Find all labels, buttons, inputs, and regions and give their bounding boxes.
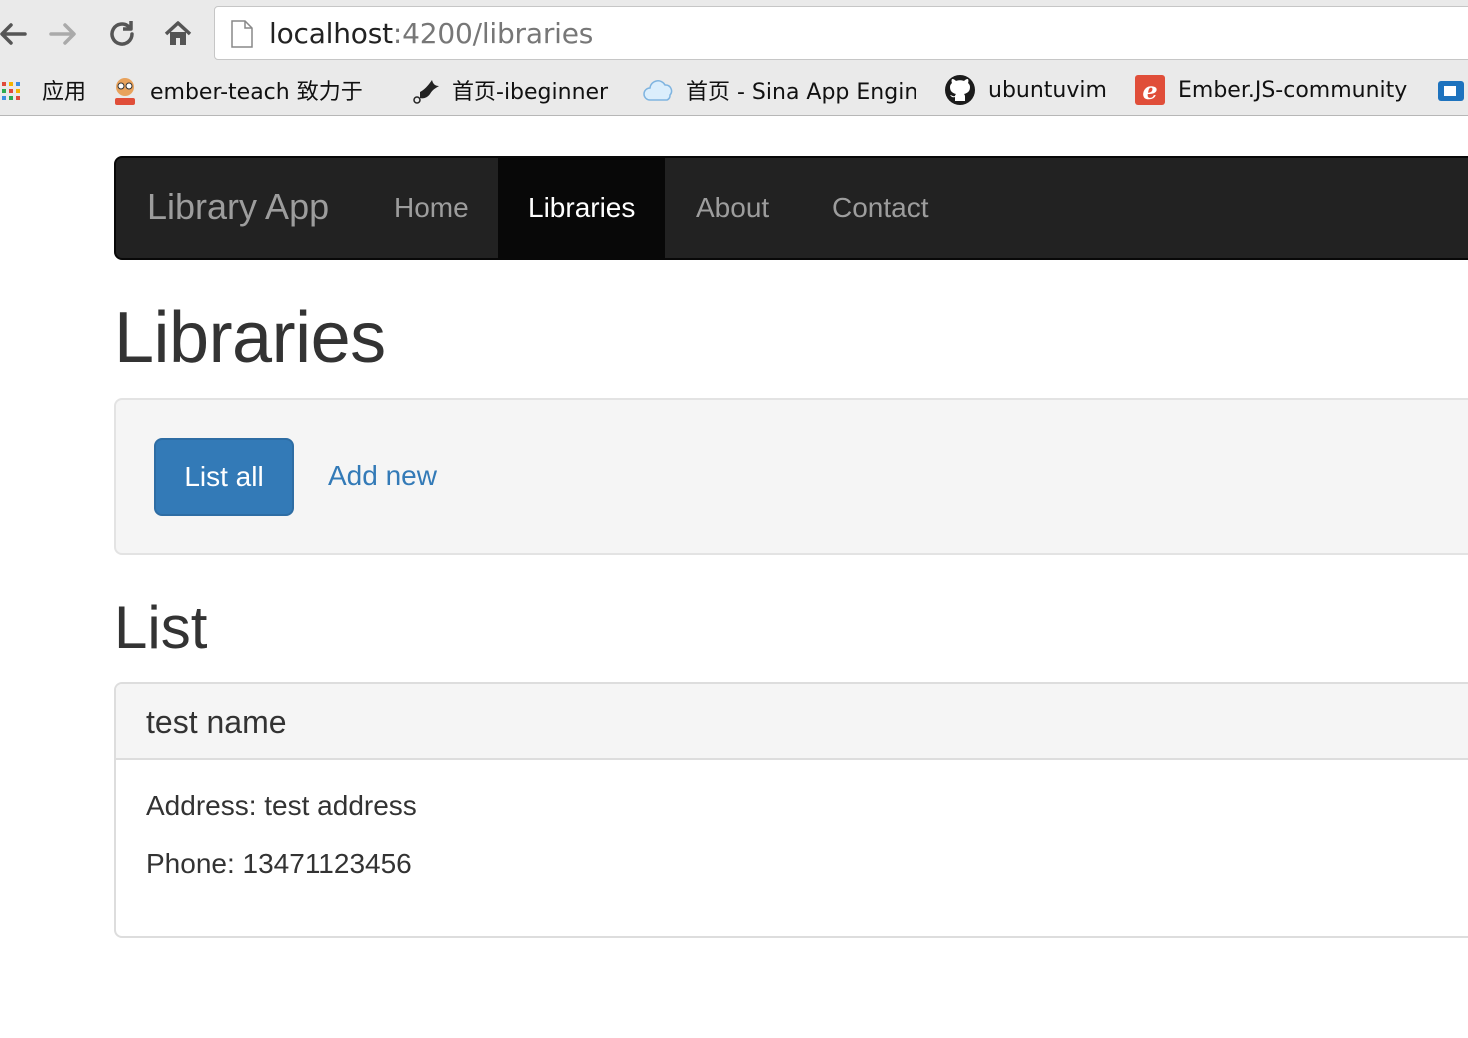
bookmark-more[interactable] (1436, 72, 1468, 108)
home-icon[interactable] (158, 14, 198, 54)
nav-link-contact[interactable]: Contact (802, 158, 959, 258)
list-all-button[interactable]: List all (154, 438, 294, 516)
nav-link-home[interactable]: Home (364, 158, 499, 258)
nav-link-libraries[interactable]: Libraries (498, 158, 666, 258)
bookmark-ember-teach[interactable]: ember-teach 致力于 (110, 72, 378, 108)
bird-icon (412, 76, 440, 104)
actions-well: List all Add new (114, 398, 1468, 555)
add-new-link[interactable]: Add new (328, 460, 437, 492)
bookmark-label: 首页 - Sina App Engin (686, 80, 916, 105)
bookmark-label: 应用 (42, 80, 87, 105)
url-host: localhost (269, 17, 393, 50)
section-title: List (114, 594, 208, 661)
back-arrow-icon[interactable] (0, 14, 32, 54)
browser-toolbar: localhost:4200/libraries (0, 0, 1468, 64)
github-icon (944, 74, 976, 106)
navbar-brand[interactable]: Library App (147, 186, 329, 228)
library-address: Address: test address (146, 790, 417, 821)
bookmark-label: 首页-ibeginner (452, 80, 609, 105)
ember-mascot-icon (110, 76, 138, 105)
svg-text:e: e (1142, 76, 1157, 105)
forward-arrow-icon[interactable] (44, 14, 84, 54)
panel-heading: test name (116, 684, 1468, 760)
apps-grid-icon (2, 76, 30, 104)
library-name: test name (146, 704, 287, 740)
bookmark-label: ubuntuvim (988, 77, 1107, 103)
navbar: Library App Home Libraries About Contact (114, 156, 1468, 260)
url-path: :4200/libraries (392, 17, 594, 50)
page-icon (231, 20, 253, 48)
library-panel: test name Address: test address Phone: 1… (114, 682, 1468, 938)
nav-link-about[interactable]: About (666, 158, 799, 258)
ember-e-icon: e (1134, 74, 1166, 106)
bookmark-ember-community[interactable]: e Ember.JS-community (1134, 72, 1407, 108)
page-title: Libraries (114, 298, 386, 378)
reload-icon[interactable] (102, 14, 142, 54)
bookmark-ubuntuvim[interactable]: ubuntuvim (944, 72, 1107, 108)
folder-icon (1436, 76, 1464, 104)
bookmarks-bar: 应用 ember-teach 致力于 首页-ibeginner 首页 - Sin… (0, 64, 1468, 116)
bookmark-label: ember-teach 致力于 (150, 80, 363, 105)
address-bar[interactable]: localhost:4200/libraries (214, 6, 1468, 60)
bookmark-apps[interactable]: 应用 (2, 72, 86, 108)
library-phone: Phone: 13471123456 (146, 848, 412, 879)
bookmark-label: Ember.JS-community (1178, 77, 1408, 103)
url-text: localhost:4200/libraries (269, 17, 593, 50)
bookmark-ibeginner[interactable]: 首页-ibeginner (412, 72, 608, 108)
bookmark-sina-app-engine[interactable]: 首页 - Sina App Engin (642, 72, 916, 108)
cloud-icon (642, 76, 674, 104)
